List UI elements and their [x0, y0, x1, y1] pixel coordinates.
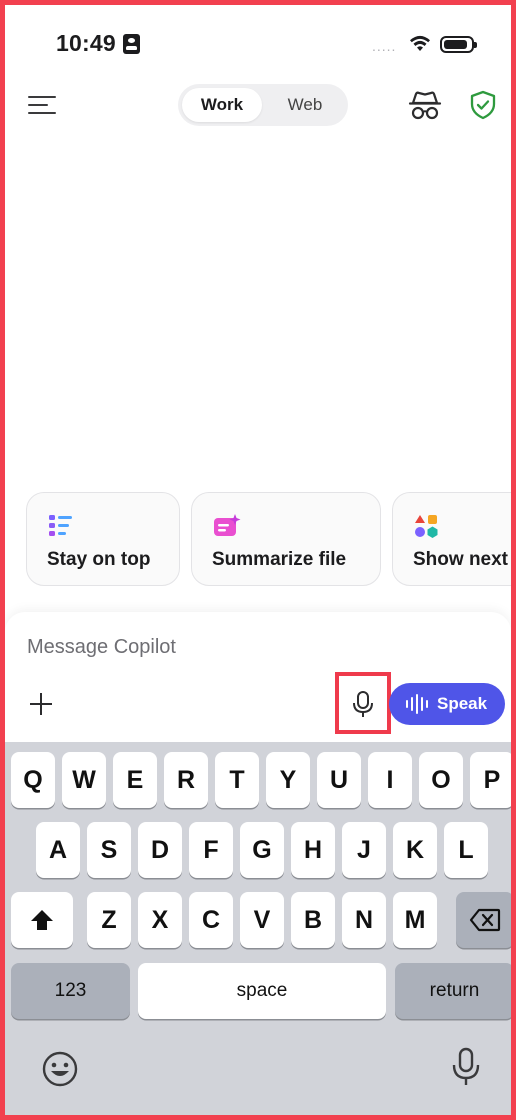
keyboard: Q W E R T Y U I O P A S D F G H J K L Z …: [5, 742, 514, 1115]
speak-button[interactable]: Speak: [389, 683, 505, 725]
contact-card-icon: [123, 34, 140, 54]
toggle-work[interactable]: Work: [182, 88, 262, 122]
microphone-button[interactable]: [335, 672, 391, 734]
suggestion-card-stay-on-top[interactable]: Stay on top: [26, 492, 180, 586]
suggestion-cards: Stay on top Summarize file Show next: [26, 492, 516, 586]
delete-key[interactable]: [456, 892, 514, 948]
return-key[interactable]: return: [395, 963, 514, 1019]
key-o[interactable]: O: [419, 752, 463, 808]
signal-dots: .....: [372, 38, 397, 54]
suggestion-card-show-next[interactable]: Show next: [392, 492, 516, 586]
shift-key[interactable]: [11, 892, 73, 948]
key-l[interactable]: L: [444, 822, 488, 878]
document-sparkle-icon: [214, 514, 241, 536]
status-bar: 10:49 .....: [0, 0, 516, 80]
emoji-icon[interactable]: [41, 1050, 79, 1088]
battery-icon: [440, 36, 477, 53]
shapes-icon: [415, 515, 438, 538]
list-icon: [49, 515, 72, 536]
key-t[interactable]: T: [215, 752, 259, 808]
dictation-microphone-icon[interactable]: [451, 1047, 481, 1087]
key-j[interactable]: J: [342, 822, 386, 878]
key-h[interactable]: H: [291, 822, 335, 878]
key-x[interactable]: X: [138, 892, 182, 948]
suggestion-label: Show next: [413, 549, 509, 570]
space-key[interactable]: space: [138, 963, 386, 1019]
key-p[interactable]: P: [470, 752, 514, 808]
key-q[interactable]: Q: [11, 752, 55, 808]
backspace-icon: [469, 908, 501, 932]
key-i[interactable]: I: [368, 752, 412, 808]
incognito-icon[interactable]: [408, 90, 442, 122]
suggestion-label: Summarize file: [212, 549, 347, 570]
key-d[interactable]: D: [138, 822, 182, 878]
numbers-key[interactable]: 123: [11, 963, 130, 1019]
key-n[interactable]: N: [342, 892, 386, 948]
shield-check-icon[interactable]: [469, 90, 497, 120]
work-web-toggle[interactable]: Work Web: [178, 84, 348, 126]
plus-icon[interactable]: [27, 690, 55, 718]
key-y[interactable]: Y: [266, 752, 310, 808]
status-time: 10:49: [56, 30, 116, 56]
key-b[interactable]: B: [291, 892, 335, 948]
key-e[interactable]: E: [113, 752, 157, 808]
key-g[interactable]: G: [240, 822, 284, 878]
key-v[interactable]: V: [240, 892, 284, 948]
key-c[interactable]: C: [189, 892, 233, 948]
key-m[interactable]: M: [393, 892, 437, 948]
message-composer: Message Copilot Speak: [5, 612, 511, 742]
wifi-icon: [410, 35, 430, 51]
suggestion-card-summarize-file[interactable]: Summarize file: [191, 492, 381, 586]
shift-icon: [31, 910, 53, 930]
menu-icon[interactable]: [28, 93, 56, 117]
speak-label: Speak: [437, 694, 488, 713]
suggestion-label: Stay on top: [47, 549, 151, 570]
message-input[interactable]: Message Copilot: [27, 636, 176, 659]
toggle-web[interactable]: Web: [266, 88, 344, 122]
key-f[interactable]: F: [189, 822, 233, 878]
key-k[interactable]: K: [393, 822, 437, 878]
key-s[interactable]: S: [87, 822, 131, 878]
key-z[interactable]: Z: [87, 892, 131, 948]
microphone-icon: [353, 691, 373, 717]
voice-wave-icon: [406, 694, 428, 714]
key-r[interactable]: R: [164, 752, 208, 808]
key-a[interactable]: A: [36, 822, 80, 878]
key-w[interactable]: W: [62, 752, 106, 808]
key-u[interactable]: U: [317, 752, 361, 808]
